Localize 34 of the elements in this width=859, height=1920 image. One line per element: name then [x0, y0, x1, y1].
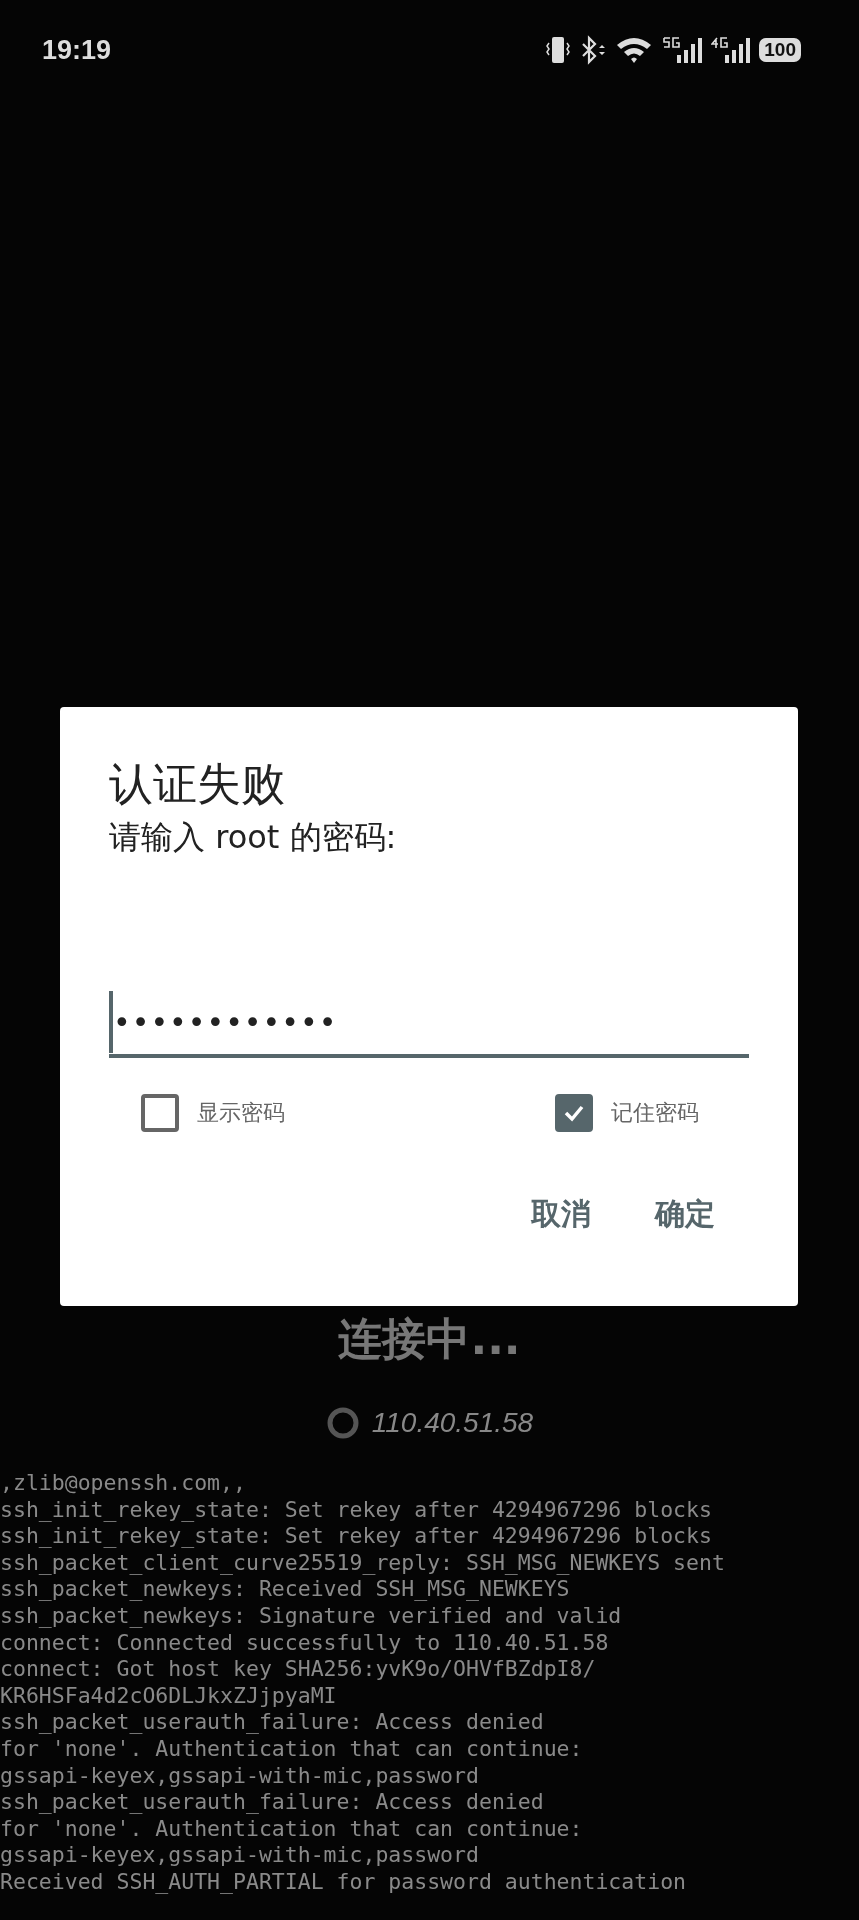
log-line: ,zlib@openssh.com,, [0, 1470, 247, 1497]
battery-indicator: 100 [759, 38, 801, 62]
password-field[interactable]: •••••••••••• [109, 990, 749, 1059]
log-line: ssh_packet_client_curve25519_reply: SSH_MSG_NEWKEYS sent [0, 1549, 726, 1577]
log-line: for 'none'. Authentication that can continue: [0, 1735, 584, 1763]
log-line: ssh_packet_newkeys: Signature verified and valid [0, 1602, 623, 1630]
loading-spinner-icon [325, 1406, 360, 1440]
checkbox-label: 记住密码 [611, 1099, 699, 1128]
log-line: connect: Connected successfully to 110.40.51.58 [0, 1629, 610, 1657]
host-address: 110.40.51.58 [371, 1407, 534, 1439]
signal-4g-icon [711, 35, 752, 65]
log-line: Received SSH_AUTH_PARTIAL for password authentication [0, 1868, 688, 1896]
log-line: connect: Got host key SHA256:yvK9o/OHVfBZdpI8/ [0, 1656, 597, 1683]
checkbox[interactable] [141, 1094, 179, 1133]
vibrate-icon [545, 35, 572, 65]
log-line: ssh_packet_userauth_failure: Access denied [0, 1709, 545, 1736]
checkbox-label: 显示密码 [197, 1099, 285, 1128]
connecting-label: 连接中... [338, 1312, 521, 1366]
signal-5g-icon [663, 35, 704, 65]
log-line: ssh_packet_newkeys: Received SSH_MSG_NEWKEYS [0, 1576, 571, 1603]
log-line: ssh_init_rekey_state: Set rekey after 4294967296 blocks [0, 1523, 713, 1550]
dialog-message: 请输入 root 的密码: [109, 817, 398, 859]
log-line: for 'none'. Authentication that can continue: [0, 1815, 584, 1843]
dialog-title: 认证失败 [109, 757, 286, 811]
log-line: KR6HSFa4d2cO6DLJkxZJjpyaMI [0, 1682, 338, 1710]
bluetooth-icon [579, 35, 608, 65]
status-time: 19:19 [42, 34, 112, 66]
dialog-button[interactable]: 确定 [643, 1186, 727, 1244]
dialog-button[interactable]: 取消 [519, 1186, 603, 1244]
log-line: ssh_packet_userauth_failure: Access denied [0, 1789, 545, 1816]
checkbox[interactable] [555, 1094, 593, 1133]
log-line: gssapi-keyex,gssapi-with-mic,password [0, 1762, 480, 1790]
log-line: ssh_init_rekey_state: Set rekey after 4294967296 blocks [0, 1496, 713, 1524]
log-line: gssapi-keyex,gssapi-with-mic,password [0, 1842, 480, 1869]
